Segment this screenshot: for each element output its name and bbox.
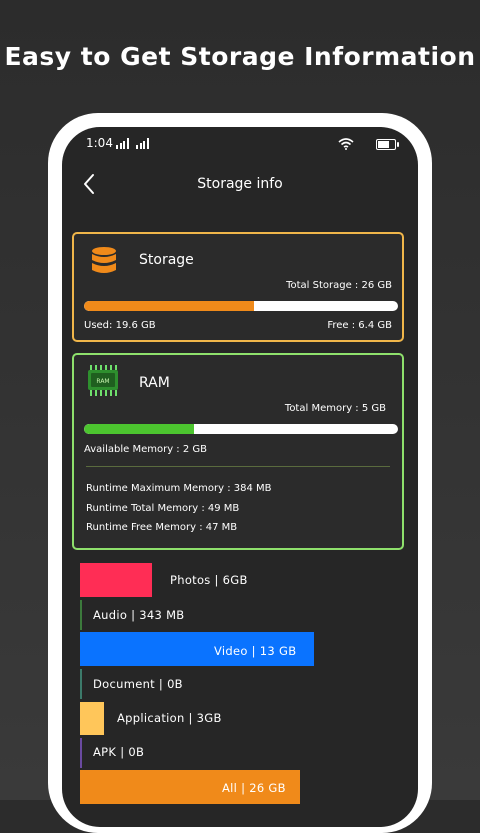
signal-icon [116,138,129,149]
used-storage-label: Used: 19.6 GB [84,320,156,331]
apk-label: APK | 0B [93,745,145,759]
total-memory-label: Total Memory : 5 GB [284,403,386,414]
wifi-icon [338,138,354,150]
total-storage-label: Total Storage : 26 GB [286,280,392,291]
ram-divider [86,466,390,467]
ram-chip-icon: RAM [88,365,118,396]
storage-title: Storage [139,252,194,268]
all-label: All | 26 GB [222,781,286,795]
photos-bar[interactable] [80,563,152,597]
page-title: Storage info [197,176,283,192]
storage-progress-fill [84,301,254,311]
runtime-total-memory: Runtime Total Memory : 49 MB [86,503,240,514]
application-label: Application | 3GB [117,711,222,725]
database-icon [92,247,116,273]
signal-icon [136,138,149,149]
ram-progress-bar [84,424,398,434]
ram-title: RAM [139,375,170,391]
runtime-free-memory: Runtime Free Memory : 47 MB [86,522,238,533]
video-label: Video | 13 GB [214,644,297,658]
status-time: 1:04 [86,136,113,150]
ram-progress-fill [84,424,194,434]
app-bar: Storage info [62,169,418,199]
free-storage-label: Free : 6.4 GB [327,320,392,331]
storage-progress-bar [84,301,398,311]
battery-icon [376,139,399,150]
application-bar[interactable] [80,702,104,735]
storage-card[interactable]: Storage Total Storage : 26 GB Used: 19.6… [72,232,404,342]
apk-bar[interactable] [80,738,82,768]
available-memory-label: Available Memory : 2 GB [84,444,207,455]
ram-chip-label: RAM [96,378,109,385]
phone-screen: 1:04 Storage info Storage Total Storage … [62,127,418,827]
document-bar[interactable] [80,669,82,699]
status-bar: 1:04 [86,136,399,152]
runtime-max-memory: Runtime Maximum Memory : 384 MB [86,483,272,494]
audio-bar[interactable] [80,600,82,630]
photos-label: Photos | 6GB [170,573,248,587]
ram-card[interactable]: RAM RAM Total Memory : 5 GB Available Me… [72,353,404,550]
audio-label: Audio | 343 MB [93,608,185,622]
headline: Easy to Get Storage Information [4,42,476,71]
document-label: Document | 0B [93,677,183,691]
